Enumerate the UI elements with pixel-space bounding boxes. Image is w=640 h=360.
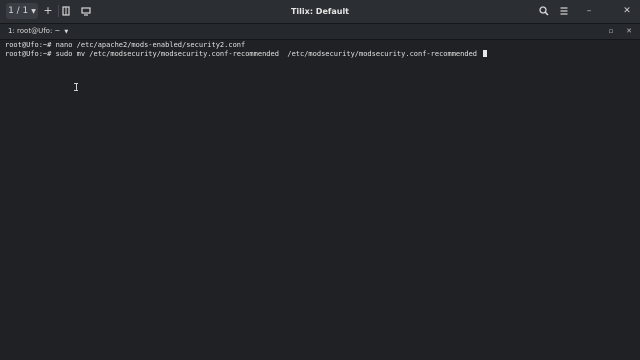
terminal-title-button[interactable]: 1: root@Ufo: ~ ▼: [8, 24, 68, 39]
new-window-icon: [81, 7, 91, 16]
header-bar: 1 / 1 ▼ + Tilix: Default – ✕: [0, 0, 640, 24]
new-window-button[interactable]: [78, 3, 94, 19]
maximize-terminal-button[interactable]: ▫: [605, 24, 617, 39]
add-terminal-right-button[interactable]: [58, 3, 74, 19]
tilix-window: 1 / 1 ▼ + Tilix: Default – ✕ 1: root@Ufo…: [0, 0, 640, 360]
menu-button[interactable]: [556, 3, 572, 19]
session-switcher-button[interactable]: 1 / 1 ▼: [6, 3, 38, 19]
minimize-button[interactable]: –: [582, 3, 596, 19]
search-icon: [539, 6, 549, 16]
close-terminal-button[interactable]: ✕: [623, 24, 635, 39]
terminal-title-bar: 1: root@Ufo: ~ ▼ ▫ ✕: [0, 24, 640, 40]
close-icon: ✕: [626, 27, 632, 35]
terminal-title: 1: root@Ufo: ~: [8, 27, 61, 35]
chevron-down-icon: ▼: [31, 8, 36, 15]
terminal-line: root@Ufo:~# nano /etc/apache2/mods-enabl…: [5, 41, 246, 49]
maximize-icon: ▫: [608, 27, 614, 35]
session-counter: 1 / 1: [8, 6, 29, 16]
terminal-line: root@Ufo:~# sudo mv /etc/modsecurity/mod…: [5, 50, 488, 59]
chevron-down-icon: ▼: [64, 29, 69, 35]
close-icon: ✕: [623, 6, 631, 16]
mouse-ibeam-cursor-icon: [74, 83, 78, 91]
close-button[interactable]: ✕: [620, 3, 634, 19]
add-terminal-right-icon: [62, 6, 70, 16]
terminal-output[interactable]: root@Ufo:~# nano /etc/apache2/mods-enabl…: [0, 40, 640, 360]
text-cursor: [483, 50, 488, 57]
add-session-button[interactable]: +: [40, 3, 56, 19]
search-button[interactable]: [536, 3, 552, 19]
hamburger-menu-icon: [560, 7, 568, 15]
minimize-icon: –: [586, 6, 592, 16]
